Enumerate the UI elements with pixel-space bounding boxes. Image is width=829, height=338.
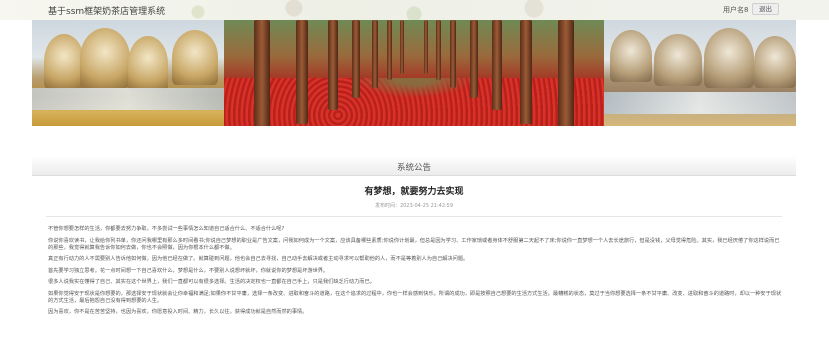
tree-shape [80, 28, 130, 88]
tree-shape [128, 36, 168, 91]
carousel-slide-next[interactable] [604, 20, 796, 126]
header-decoration [150, 0, 630, 20]
tree-trunk [520, 20, 532, 124]
tree-trunk [424, 20, 428, 74]
app-title: 基于ssm框架奶茶店管理系统 [48, 7, 166, 17]
tree-shape [654, 34, 702, 86]
tree-trunk [328, 20, 338, 110]
divider [46, 216, 782, 217]
current-user-name[interactable]: 用户名8 [723, 5, 748, 15]
river-shape [604, 92, 796, 114]
tree-shape [44, 34, 84, 89]
tree-shape [610, 30, 652, 82]
content-paragraph: 如果你觉得安于现状是你想要的，那选择安于现状就会让你幸福和满足;如果你不甘平庸，… [48, 290, 782, 304]
tree-trunk [436, 20, 441, 80]
carousel-slide-previous[interactable] [32, 20, 224, 126]
content-paragraph: 首先要学习独立思考。花一点时间想一下自己喜欢什么，梦想是什么，不要别人说想坏就坏… [48, 267, 329, 274]
tree-trunk [352, 20, 360, 98]
tree-trunk [254, 20, 270, 126]
notice-content: 不管你想要怎样的生活，你都要去努力争取，不多尝试一些事情怎么知道自己适合什么、不… [48, 226, 784, 321]
tree-trunk [296, 20, 308, 124]
logout-button[interactable]: 退出 [752, 3, 779, 15]
content-paragraph: 你说你喜欢读书，让我给你列书单，你还问我哪里有那么多时间看书;你说自己梦想的职业… [48, 237, 780, 251]
tree-shape [172, 30, 218, 85]
red-leaves-ground [224, 78, 604, 126]
tree-trunk [492, 20, 502, 110]
top-header: 基于ssm框架奶茶店管理系统 用户名8 退出 [0, 0, 829, 20]
tree-trunk [400, 20, 404, 74]
notice-section-header: 系统公告 [32, 156, 796, 176]
tree-trunk [387, 20, 392, 80]
tree-shape [704, 28, 754, 88]
content-paragraph: 不管你想要怎样的生活，你都要去努力争取，不多尝试一些事情怎么知道自己适合什么、不… [48, 226, 285, 232]
tree-trunk [372, 20, 378, 88]
content-paragraph: 很多人说我实在懂得了自己、其实在这个世界上，我们一直都可以有很多选择。生活的决定… [48, 279, 375, 285]
tree-trunk [558, 20, 574, 126]
publish-time: 发布时间：2023-04-25 21:42:59 [374, 203, 454, 209]
tree-shape [754, 36, 796, 88]
content-paragraph: 因为喜欢，你不是在苦苦坚持，也因为喜欢，你愿意投入时间、精力，长久以往，获得成功… [48, 309, 308, 315]
tree-trunk [450, 20, 456, 88]
tree-trunk [470, 20, 478, 98]
river-shape [32, 88, 224, 110]
carousel-slide-active[interactable] [224, 20, 604, 126]
notice-title: 有梦想，就要努力去实现 [364, 187, 464, 197]
section-title: 系统公告 [396, 163, 431, 173]
image-carousel[interactable] [32, 20, 796, 126]
content-paragraph: 真正有行动力的人不需要别人告诉他如何做，因为他已经在做了。就算碰到问题，他也会自… [48, 256, 469, 262]
